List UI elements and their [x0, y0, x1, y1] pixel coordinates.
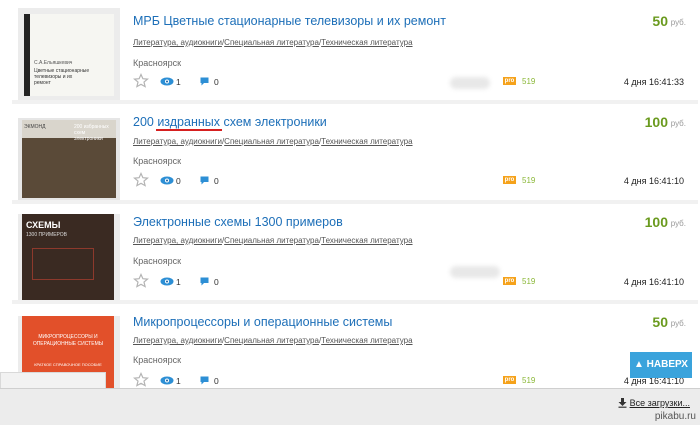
listing-categories: Литература, аудиокниги/Специальная литер… [133, 38, 413, 47]
listing-categories: Литература, аудиокниги/Специальная литер… [133, 137, 413, 146]
listing-thumbnail[interactable]: ЭКМОНД 200 избранных схем электроники [18, 118, 120, 210]
listing-title[interactable]: МРБ Цветные стационарные телевизоры и их… [133, 14, 446, 28]
pro-count: 519 [522, 376, 536, 385]
thumb-author: КРАТКОЕ СПРАВОЧНОЕ ПОСОБИЕ [34, 362, 102, 367]
comments-count: 0 [214, 277, 219, 287]
thumb-author: С.А.Ельяшкевич [34, 60, 73, 66]
listing-thumbnail[interactable]: СХЕМЫ 1300 ПРИМЕРОВ [18, 214, 120, 306]
download-shelf-tab[interactable] [0, 372, 106, 389]
price-currency: руб. [670, 319, 686, 328]
annotation-underline [156, 129, 222, 131]
category-link[interactable]: Специальная литература [224, 38, 319, 47]
listing-4[interactable]: МИКРОПРОЦЕССОРЫ И ОПЕРАЦИОННЫЕ СИСТЕМЫ К… [12, 304, 698, 388]
favorite-star-icon[interactable] [133, 372, 149, 388]
redacted-seller [450, 77, 490, 89]
category-link[interactable]: Литература, аудиокниги [133, 38, 222, 47]
watermark: pikabu.ru [654, 411, 696, 422]
download-icon [618, 398, 627, 408]
listing-title[interactable]: Микропроцессоры и операционные системы [133, 315, 392, 329]
category-link[interactable]: Литература, аудиокниги [133, 236, 222, 245]
views-count: 0 [176, 176, 181, 186]
price-currency: руб. [670, 18, 686, 27]
category-link[interactable]: Литература, аудиокниги [133, 137, 222, 146]
views-count: 1 [176, 277, 181, 287]
comments-count: 0 [214, 376, 219, 386]
pro-badge: pro [503, 176, 516, 184]
scroll-to-top-button[interactable]: ▲ НАВЕРХ [630, 352, 692, 378]
listing-date: 4 дня 16:41:10 [623, 277, 684, 287]
listing-price: 50 [652, 314, 668, 330]
listing-city: Красноярск [133, 256, 182, 266]
comments-count: 0 [214, 176, 219, 186]
pro-badge: pro [503, 376, 516, 384]
comments-icon [200, 176, 209, 185]
thumb-title: СХЕМЫ [26, 220, 61, 230]
views-count: 1 [176, 77, 181, 87]
thumb-title: Цветные стационарные телевизоры и их рем… [34, 68, 90, 86]
views-eye-icon [160, 376, 174, 385]
comments-icon [200, 376, 209, 385]
listing-price: 100 [644, 114, 668, 130]
listing-city: Красноярск [133, 58, 182, 68]
listing-categories: Литература, аудиокниги/Специальная литер… [133, 236, 413, 245]
listing-price: 50 [652, 13, 668, 29]
pro-count: 519 [522, 176, 536, 185]
category-link[interactable]: Техническая литература [321, 236, 412, 245]
category-link[interactable]: Техническая литература [321, 137, 412, 146]
comments-icon [200, 77, 209, 86]
comments-icon [200, 277, 209, 286]
download-bar [0, 388, 700, 425]
listing-thumbnail[interactable]: С.А.Ельяшкевич Цветные стационарные теле… [18, 8, 120, 100]
price-currency: руб. [670, 219, 686, 228]
category-link[interactable]: Техническая литература [321, 336, 412, 345]
listing-city: Красноярск [133, 355, 182, 365]
pro-badge: pro [503, 277, 516, 285]
favorite-star-icon[interactable] [133, 273, 149, 289]
views-eye-icon [160, 77, 174, 86]
category-link[interactable]: Специальная литература [224, 236, 319, 245]
thumb-author: 1300 ПРИМЕРОВ [26, 232, 67, 238]
listing-title[interactable]: Электронные схемы 1300 примеров [133, 215, 343, 229]
pro-count: 519 [522, 277, 536, 286]
listing-3[interactable]: СХЕМЫ 1300 ПРИМЕРОВ Электронные схемы 13… [12, 204, 698, 306]
pro-badge: pro [503, 77, 516, 85]
listing-categories: Литература, аудиокниги/Специальная литер… [133, 336, 413, 345]
redacted-seller [450, 266, 500, 278]
listing-price: 100 [644, 214, 668, 230]
category-link[interactable]: Литература, аудиокниги [133, 336, 222, 345]
listing-city: Красноярск [133, 156, 182, 166]
thumb-title: 200 избранных схем электроники [74, 124, 109, 142]
thumb-author: ЭКМОНД [24, 124, 46, 130]
views-eye-icon [160, 277, 174, 286]
category-link[interactable]: Специальная литература [224, 336, 319, 345]
views-count: 1 [176, 376, 181, 386]
views-eye-icon [160, 176, 174, 185]
category-link[interactable]: Специальная литература [224, 137, 319, 146]
listing-2[interactable]: ЭКМОНД 200 избранных схем электроники 20… [12, 104, 698, 210]
comments-count: 0 [214, 77, 219, 87]
favorite-star-icon[interactable] [133, 172, 149, 188]
thumb-title: МИКРОПРОЦЕССОРЫ И ОПЕРАЦИОННЫЕ СИСТЕМЫ [32, 334, 104, 347]
price-currency: руб. [670, 119, 686, 128]
all-downloads-link[interactable]: Все загрузки... [630, 398, 690, 408]
favorite-star-icon[interactable] [133, 73, 149, 89]
listing-title[interactable]: 200 издранных схем электроники [133, 115, 327, 129]
listing-date: 4 дня 16:41:33 [623, 77, 684, 87]
listing-date: 4 дня 16:41:10 [623, 176, 684, 186]
category-link[interactable]: Техническая литература [321, 38, 412, 47]
pro-count: 519 [522, 77, 536, 86]
listing-1[interactable]: С.А.Ельяшкевич Цветные стационарные теле… [12, 0, 698, 100]
